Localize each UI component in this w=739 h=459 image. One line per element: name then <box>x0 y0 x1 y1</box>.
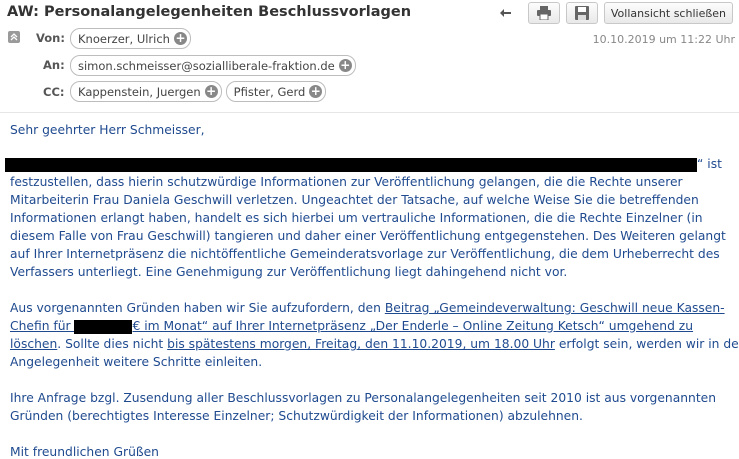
close-full-view-button[interactable]: Vollansicht schließen <box>603 2 733 24</box>
contact-chip[interactable]: Knoerzer, Ulrich + <box>70 28 191 49</box>
article-link[interactable]: Beitrag „Gemeindeverwaltung: Geschwill n… <box>385 301 725 315</box>
deadline-text: bis spätestens morgen, Freitag, den 11.1… <box>167 337 555 351</box>
message-date: 10.10.2019 um 11:22 Uhr <box>592 33 735 46</box>
body-line: auf Ihrer Internetpräsenz die nichtöffen… <box>10 247 720 261</box>
to-label: An: <box>43 58 65 72</box>
body-line: Chefin für € im Monat“ auf Ihrer Interne… <box>10 319 693 334</box>
message-toolbar: Vollansicht schließen <box>498 2 733 24</box>
message-subject: AW: Personalangelegenheiten Beschlussvor… <box>7 4 412 20</box>
body-line: Verfassers unterliegt. Eine Genehmigung … <box>10 265 568 279</box>
text-fragment: erfolgt sein, werden wir in der <box>554 337 739 351</box>
body-line: Gründen (berechtigtes Interesse Einzelne… <box>10 409 583 423</box>
add-contact-icon[interactable]: + <box>338 59 352 72</box>
body-line: Ihre Anfrage bzgl. Zusendung aller Besch… <box>10 391 717 405</box>
to-recipients: simon.schmeisser@sozialliberale-fraktion… <box>70 55 356 76</box>
floppy-disk-icon <box>574 6 589 20</box>
body-line: diesem Falle von Frau Geschwill) tangier… <box>10 229 726 243</box>
redaction-bar <box>5 157 697 172</box>
contact-chip[interactable]: Kappenstein, Juergen + <box>70 81 222 102</box>
redacted-line: “ ist <box>5 157 722 172</box>
cc-label: CC: <box>43 85 65 99</box>
print-button[interactable] <box>527 2 560 24</box>
add-contact-icon[interactable]: + <box>173 32 187 45</box>
back-arrow-icon[interactable] <box>498 3 514 23</box>
body-line: Informationen erlangt haben, handelt es … <box>10 211 703 225</box>
contact-chip[interactable]: simon.schmeisser@sozialliberale-fraktion… <box>70 55 356 76</box>
article-link[interactable]: Chefin für <box>10 319 74 333</box>
body-line: löschen. Sollte dies nicht bis spätesten… <box>10 337 739 351</box>
body-line: festzustellen, dass hierin schutzwürdige… <box>10 175 683 189</box>
save-button[interactable] <box>565 2 598 24</box>
contact-name: simon.schmeisser@sozialliberale-fraktion… <box>78 58 335 73</box>
text-fragment: “ ist <box>697 157 722 171</box>
contact-chip[interactable]: Pfister, Gerd + <box>225 81 327 102</box>
printer-icon <box>536 6 551 20</box>
body-line: Mitarbeiterin Frau Daniela Geschwill ver… <box>10 193 699 207</box>
contact-name: Pfister, Gerd <box>233 84 306 99</box>
from-recipients: Knoerzer, Ulrich + <box>70 28 191 49</box>
redaction-bar <box>74 319 133 334</box>
from-label: Von: <box>36 31 65 45</box>
body-line: Angelegenheit weitere Schritte einleiten… <box>10 355 263 369</box>
contact-name: Kappenstein, Juergen <box>78 84 201 99</box>
add-contact-icon[interactable]: + <box>309 85 323 98</box>
cc-recipients: Kappenstein, Juergen + Pfister, Gerd + <box>70 81 327 102</box>
closing: Mit freundlichen Grüßen <box>10 445 159 459</box>
article-link[interactable]: löschen <box>10 337 57 351</box>
text-fragment: . Sollte dies nicht <box>57 337 168 351</box>
contact-name: Knoerzer, Ulrich <box>78 31 170 46</box>
message-body: Sehr geehrter Herr Schmeisser, “ ist fes… <box>0 112 739 459</box>
message-header: AW: Personalangelegenheiten Beschlussvor… <box>0 0 739 112</box>
text-fragment: Aus vorgenannten Gründen haben wir Sie a… <box>10 301 385 315</box>
greeting: Sehr geehrter Herr Schmeisser, <box>10 123 205 137</box>
body-line: Aus vorgenannten Gründen haben wir Sie a… <box>10 301 725 315</box>
article-link[interactable]: € im Monat“ auf Ihrer Internetpräsenz „D… <box>132 319 693 333</box>
add-contact-icon[interactable]: + <box>204 85 218 98</box>
collapse-header-icon[interactable] <box>8 31 20 43</box>
